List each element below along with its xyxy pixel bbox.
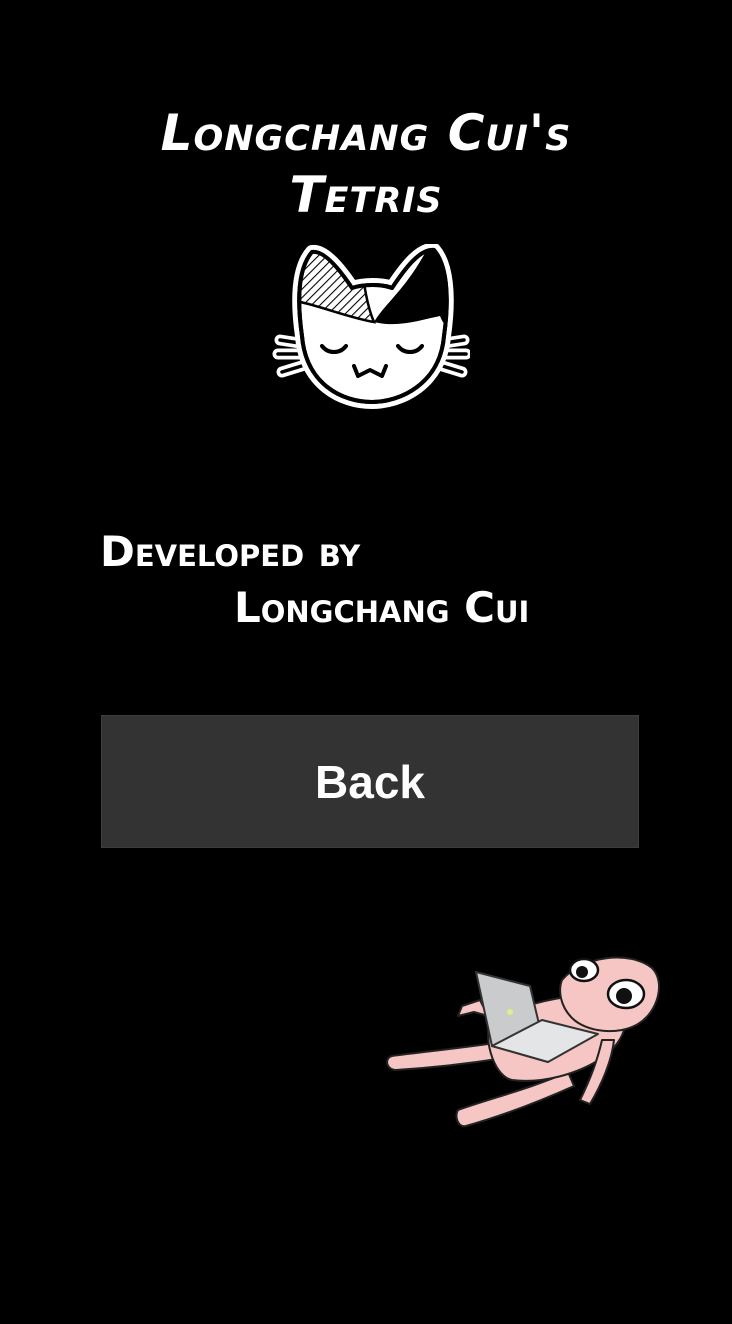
credits-line-1: Developed by — [100, 527, 361, 576]
credits-text: Developed by Longchang Cui — [100, 524, 660, 636]
credits-line-2: Longchang Cui — [234, 583, 530, 632]
back-button[interactable]: Back — [101, 715, 639, 848]
back-button-label: Back — [315, 755, 425, 808]
game-title: Longchang Cui's Tetris — [0, 102, 732, 226]
game-title-line-1: Longchang Cui's — [160, 103, 572, 162]
game-title-line-2: Tetris — [289, 165, 443, 224]
character-with-laptop-icon — [386, 956, 661, 1128]
sleeping-cat-icon — [272, 244, 470, 409]
